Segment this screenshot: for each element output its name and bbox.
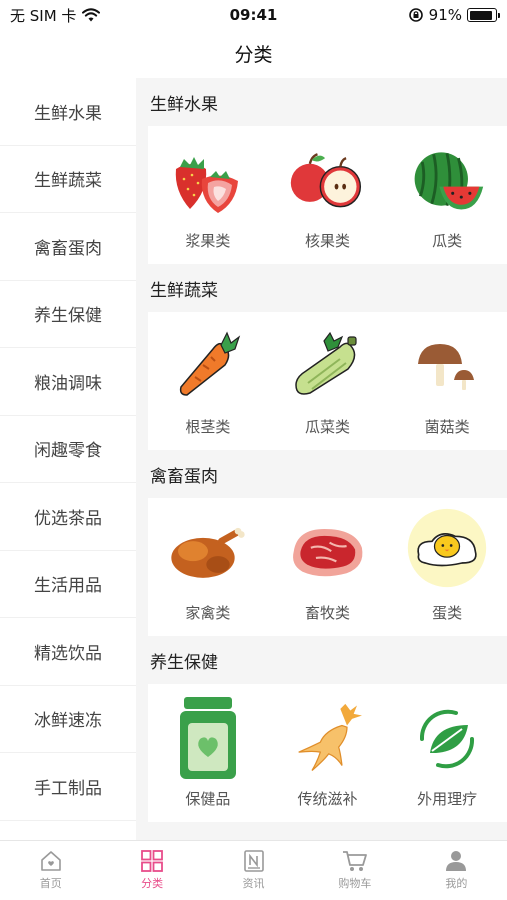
rotation-lock-icon <box>408 8 423 22</box>
sidebar-item-label: 生活用品 <box>34 576 102 597</box>
egg-icon <box>407 508 487 592</box>
category-item[interactable]: 根茎类 <box>153 326 263 437</box>
section-title: 生鲜蔬菜 <box>150 280 218 301</box>
sidebar-item[interactable]: 优选茶品 <box>0 483 136 551</box>
apple-icon <box>287 140 367 220</box>
category-item[interactable]: 传统滋补 <box>272 698 382 809</box>
tab-label: 首页 <box>39 877 62 890</box>
status-right: 91% <box>408 6 500 24</box>
section-title: 养生保健 <box>150 652 218 673</box>
roast-chicken-icon <box>168 512 248 592</box>
sidebar-item[interactable]: 闲趣零食 <box>0 416 136 483</box>
status-bar: 无 SIM 卡 09:41 91% <box>0 0 507 30</box>
page-title: 分类 <box>234 43 273 66</box>
category-label: 家禽类 <box>185 603 231 622</box>
tab-home[interactable]: 首页 <box>0 841 101 900</box>
wifi-icon <box>82 8 101 22</box>
battery-fill <box>469 10 493 20</box>
battery-percent: 91% <box>428 6 462 24</box>
nav-bar: 分类 <box>0 30 507 76</box>
supplement-jar-icon <box>168 696 248 779</box>
sidebar-item-label: 优选茶品 <box>34 508 102 529</box>
section-card: 根茎类 瓜菜类 菌菇类 <box>148 312 507 450</box>
cart-icon <box>342 851 367 871</box>
category-item[interactable]: 外用理疗 <box>392 698 502 809</box>
category-label: 菌菇类 <box>424 417 470 436</box>
category-label: 外用理疗 <box>417 789 478 808</box>
tab-label: 资讯 <box>242 877 265 890</box>
category-label: 保健品 <box>185 789 231 808</box>
ginseng-icon <box>287 698 367 778</box>
tab-label: 我的 <box>445 877 468 890</box>
zucchini-icon <box>287 326 367 406</box>
sidebar-item[interactable]: 精选饮品 <box>0 618 136 686</box>
mushroom-icon <box>407 326 487 406</box>
sidebar-item-label: 粮油调味 <box>34 373 102 394</box>
sidebar-item[interactable]: 手工制品 <box>0 753 136 821</box>
sidebar-item[interactable]: 生鲜蔬菜 <box>0 146 136 213</box>
user-icon <box>446 851 467 871</box>
tab-cart[interactable]: 购物车 <box>304 841 405 900</box>
sidebar-item[interactable]: 粮油调味 <box>0 348 136 416</box>
watermelon-icon <box>407 140 487 220</box>
carrot-icon <box>168 326 248 406</box>
home-icon <box>40 851 61 871</box>
tab-label: 购物车 <box>338 877 372 890</box>
sidebar-item-label: 精选饮品 <box>34 643 102 664</box>
sidebar-item[interactable]: 禽畜蛋肉 <box>0 213 136 281</box>
section-title: 禽畜蛋肉 <box>150 466 218 487</box>
category-item[interactable]: 瓜类 <box>392 140 502 251</box>
section-card: 浆果类 核果类 瓜类 <box>148 126 507 264</box>
sidebar-item-label: 生鲜水果 <box>34 103 102 124</box>
leaf-icon <box>407 698 487 778</box>
sidebar-item[interactable]: 冰鲜速冻 <box>0 686 136 753</box>
sidebar-item-label: 手工制品 <box>34 778 102 799</box>
category-label: 瓜类 <box>432 231 463 250</box>
strawberry-icon <box>168 140 248 220</box>
section-card: 家禽类 畜牧类 蛋类 <box>148 498 507 636</box>
tab-bar: 首页 分类 资讯 购物车 我的 <box>0 840 507 900</box>
category-item[interactable]: 浆果类 <box>153 140 263 251</box>
sidebar-item-label: 养生保健 <box>34 306 102 327</box>
sidebar-item-label: 冰鲜速冻 <box>34 711 102 732</box>
category-label: 传统滋补 <box>297 789 358 808</box>
category-item[interactable]: 家禽类 <box>153 512 263 623</box>
tab-news[interactable]: 资讯 <box>203 841 304 900</box>
category-label: 根茎类 <box>185 417 231 436</box>
section-card: 保健品 传统滋补 外用理疗 <box>148 684 507 822</box>
category-item[interactable]: 菌菇类 <box>392 326 502 437</box>
category-item[interactable]: 核果类 <box>272 140 382 251</box>
carrier-label: 无 SIM 卡 <box>10 6 77 25</box>
category-item[interactable]: 瓜菜类 <box>272 326 382 437</box>
category-item[interactable]: 保健品 <box>153 696 263 809</box>
category-content: 生鲜水果 浆果类 核果类 瓜类 生鲜蔬菜 根茎类 瓜菜类 菌菇类 禽畜蛋肉 家禽… <box>136 78 507 840</box>
sidebar-item-label: 禽畜蛋肉 <box>34 238 102 259</box>
category-grid-icon <box>141 850 164 872</box>
sidebar-item-label: 生鲜蔬菜 <box>34 171 102 192</box>
section-title: 生鲜水果 <box>150 94 218 115</box>
sidebar-item[interactable]: 养生保健 <box>0 281 136 348</box>
sidebar-item[interactable]: 生鲜水果 <box>0 78 136 146</box>
sidebar-item-label: 闲趣零食 <box>34 441 102 462</box>
news-icon <box>243 850 264 872</box>
meat-icon <box>287 512 367 592</box>
category-item[interactable]: 畜牧类 <box>272 512 382 623</box>
battery-icon <box>467 8 500 22</box>
status-left: 无 SIM 卡 <box>10 5 101 26</box>
category-label: 核果类 <box>304 231 350 250</box>
category-sidebar: 生鲜水果 生鲜蔬菜 禽畜蛋肉 养生保健 粮油调味 闲趣零食 优选茶品 生活用品 … <box>0 78 136 840</box>
category-item[interactable]: 蛋类 <box>392 508 502 623</box>
tab-label: 分类 <box>141 877 164 890</box>
tab-mine[interactable]: 我的 <box>406 841 507 900</box>
category-label: 畜牧类 <box>304 603 350 622</box>
tab-category[interactable]: 分类 <box>101 841 202 900</box>
sidebar-item[interactable]: 生活用品 <box>0 551 136 618</box>
category-label: 蛋类 <box>432 603 463 622</box>
category-label: 浆果类 <box>185 231 231 250</box>
category-label: 瓜菜类 <box>304 417 350 436</box>
